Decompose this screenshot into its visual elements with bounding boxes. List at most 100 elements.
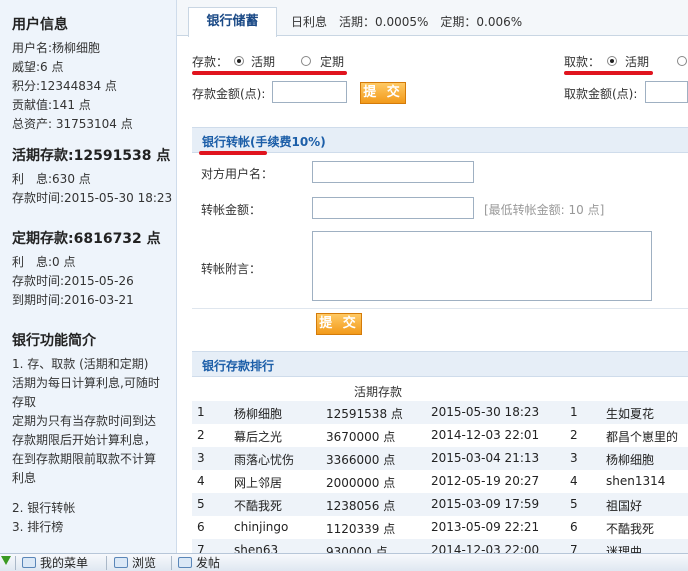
rank-number: 7 bbox=[197, 543, 205, 553]
deposit-label: 存款： bbox=[192, 55, 229, 69]
main-content: 银行储蓄 日利息 活期：0.0005% 定期：0.006% 存款： 活期 定期 … bbox=[177, 0, 688, 553]
deposit-amount-input[interactable] bbox=[272, 81, 347, 103]
rank-username-fixed[interactable]: 不酷我死 bbox=[606, 520, 654, 537]
rank-number-fixed: 2 bbox=[570, 428, 578, 442]
contribution: 贡献值:141 点 bbox=[12, 98, 91, 112]
intro-title: 银行功能简介 bbox=[12, 333, 96, 349]
rank-number-fixed: 3 bbox=[570, 451, 578, 465]
transfer-note-textarea[interactable] bbox=[312, 231, 652, 301]
tab-bar: 银行储蓄 日利息 活期：0.0005% 定期：0.006% bbox=[177, 0, 688, 37]
rank-amount: 2000000 点 bbox=[326, 476, 396, 490]
rank-number-fixed: 5 bbox=[570, 497, 578, 511]
rank-time: 2015-03-04 21:13 bbox=[431, 451, 540, 465]
rank-number-fixed: 1 bbox=[570, 405, 578, 419]
current-time: 存款时间:2015-05-30 18:23 bbox=[12, 191, 173, 205]
withdraw-label: 取款： bbox=[564, 55, 601, 69]
transfer-target-label: 对方用户名： bbox=[201, 167, 274, 181]
rank-username-fixed[interactable]: 迷理曲 bbox=[606, 543, 642, 553]
rank-number: 2 bbox=[197, 428, 205, 442]
rank-time: 2015-03-09 17:59 bbox=[431, 497, 540, 511]
withdraw-current-radio[interactable] bbox=[607, 56, 617, 66]
interest-rate-text: 日利息 活期：0.0005% 定期：0.006% bbox=[291, 15, 523, 29]
username: 用户名:杨柳细胞 bbox=[12, 41, 101, 55]
deposit-submit-button[interactable]: 提 交 bbox=[360, 82, 406, 104]
intro-line: 在到存款期限前取款不计算 bbox=[12, 452, 157, 466]
intro-line: 1. 存、取款 (活期和定期) bbox=[12, 357, 149, 371]
rank-number-fixed: 4 bbox=[570, 474, 578, 488]
fixed-time: 存款时间:2015-05-26 bbox=[12, 274, 134, 288]
intro-item-ranking: 3. 排行榜 bbox=[12, 520, 64, 534]
rank-username[interactable]: 网上邻居 bbox=[234, 474, 282, 491]
table-row: 2 幕后之光 3670000 点 2014-12-03 22:01 2 都昌个崽里的 bbox=[192, 424, 688, 447]
rank-username-fixed[interactable]: 生如夏花 bbox=[606, 405, 654, 422]
rank-username[interactable]: 幕后之光 bbox=[234, 428, 282, 445]
intro-line: 存款期限后开始计算利息， bbox=[12, 433, 157, 447]
my-menu-button[interactable]: 我的菜单 bbox=[22, 555, 88, 571]
intro-line: 活期为每日计算利息,可随时 bbox=[12, 376, 160, 390]
annotation-underline bbox=[192, 71, 347, 75]
transfer-submit-button[interactable]: 提 交 bbox=[316, 313, 362, 335]
transfer-header: 银行转帐(手续费10%) bbox=[192, 127, 688, 153]
intro-item-transfer: 2. 银行转帐 bbox=[12, 501, 76, 515]
withdraw-amount-label: 取款金额(点): bbox=[564, 87, 638, 101]
down-arrow-icon[interactable] bbox=[1, 556, 11, 565]
rank-time: 2015-05-30 18:23 bbox=[431, 405, 540, 419]
rank-time: 2014-12-03 22:01 bbox=[431, 428, 540, 442]
post-button[interactable]: 发帖 bbox=[178, 555, 220, 571]
tab-bank-savings[interactable]: 银行储蓄 bbox=[188, 7, 277, 37]
rank-number: 4 bbox=[197, 474, 205, 488]
rank-amount: 3366000 点 bbox=[326, 453, 396, 467]
rank-username[interactable]: 雨落心忧伤 bbox=[234, 451, 294, 468]
rank-username[interactable]: chinjingo bbox=[234, 520, 288, 534]
fixed-expire: 到期时间:2016-03-21 bbox=[12, 293, 134, 307]
rank-number: 3 bbox=[197, 451, 205, 465]
rank-number: 5 bbox=[197, 497, 205, 511]
points: 积分:12344834 点 bbox=[12, 79, 117, 93]
transfer-target-input[interactable] bbox=[312, 161, 474, 183]
deposit-current-label: 活期 bbox=[251, 55, 276, 69]
bank-page: 用户信息 用户名:杨柳细胞 威望:6 点 积分:12344834 点 贡献值:1… bbox=[0, 0, 688, 571]
fixed-interest: 利 息:0 点 bbox=[12, 255, 76, 269]
rank-amount: 1120339 点 bbox=[326, 522, 396, 536]
transfer-amount-input[interactable] bbox=[312, 197, 474, 219]
annotation-underline bbox=[564, 71, 653, 75]
rank-number: 1 bbox=[197, 405, 205, 419]
menu-icon bbox=[22, 557, 36, 568]
transfer-amount-label: 转帐金额： bbox=[201, 203, 262, 217]
transfer-amount-hint: [最低转帐金额: 10 点] bbox=[484, 203, 605, 217]
browse-label: 浏览 bbox=[132, 556, 157, 570]
rank-username-fixed[interactable]: shen1314 bbox=[606, 474, 665, 488]
rank-username-fixed[interactable]: 杨柳细胞 bbox=[606, 451, 654, 468]
rank-username-fixed[interactable]: 都昌个崽里的 bbox=[606, 428, 678, 445]
rank-username[interactable]: 杨柳细胞 bbox=[234, 405, 282, 422]
withdraw-current-label: 活期 bbox=[625, 55, 650, 69]
browse-button[interactable]: 浏览 bbox=[114, 555, 156, 571]
rank-number: 6 bbox=[197, 520, 205, 534]
withdraw-fixed-radio[interactable] bbox=[677, 56, 687, 66]
rank-amount: 3670000 点 bbox=[326, 430, 396, 444]
withdraw-amount-input[interactable] bbox=[645, 81, 688, 103]
rank-amount: 930000 点 bbox=[326, 545, 388, 553]
table-row: 7 shen63 930000 点 2014-12-03 22:00 7 迷理曲 bbox=[192, 539, 688, 553]
deposit-amount-label: 存款金额(点): bbox=[192, 87, 266, 101]
user-info-title: 用户信息 bbox=[12, 17, 68, 33]
ranking-header: 银行存款排行 bbox=[192, 351, 688, 377]
prestige: 威望:6 点 bbox=[12, 60, 64, 74]
transfer-title: 银行转帐(手续费10%) bbox=[202, 135, 326, 149]
rank-time: 2013-05-09 22:21 bbox=[431, 520, 540, 534]
intro-line: 定期为只有当存款时间到达 bbox=[12, 414, 157, 428]
rank-time: 2012-05-19 20:27 bbox=[431, 474, 540, 488]
ranking-subheader: 活期存款 bbox=[354, 385, 403, 399]
rank-username[interactable]: shen63 bbox=[234, 543, 278, 553]
post-label: 发帖 bbox=[196, 556, 221, 570]
rank-amount: 1238056 点 bbox=[326, 499, 396, 513]
table-row: 1 杨柳细胞 12591538 点 2015-05-30 18:23 1 生如夏花 bbox=[192, 401, 688, 424]
deposit-current-radio[interactable] bbox=[234, 56, 244, 66]
deposit-fixed-label: 定期 bbox=[320, 55, 345, 69]
table-row: 6 chinjingo 1120339 点 2013-05-09 22:21 6 不酷我死 bbox=[192, 516, 688, 539]
rank-username-fixed[interactable]: 祖国好 bbox=[606, 497, 642, 514]
table-row: 4 网上邻居 2000000 点 2012-05-19 20:27 4 shen1314 bbox=[192, 470, 688, 493]
table-row: 3 雨落心忧伤 3366000 点 2015-03-04 21:13 3 杨柳细胞 bbox=[192, 447, 688, 470]
rank-username[interactable]: 不酷我死 bbox=[234, 497, 282, 514]
deposit-fixed-radio[interactable] bbox=[301, 56, 311, 66]
